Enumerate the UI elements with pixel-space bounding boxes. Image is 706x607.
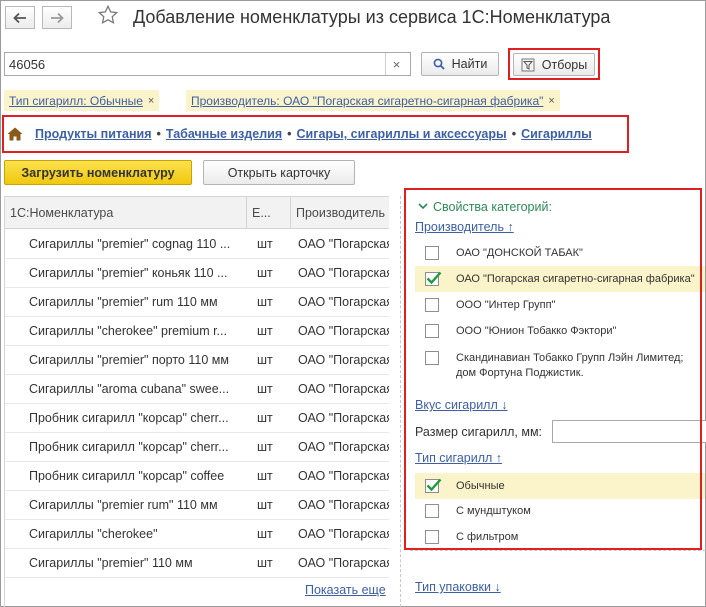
cell-manufacturer: ОАО "Погарская [298, 469, 389, 483]
packaging-link[interactable]: Тип упаковки ↓ [415, 580, 501, 594]
close-icon[interactable]: × [548, 95, 554, 107]
nomenclature-table: 1С:Номенклатура Е... Производитель Сигар… [4, 196, 389, 607]
cell-manufacturer: ОАО "Погарская [298, 324, 389, 338]
cell-manufacturer: ОАО "Погарская [298, 411, 389, 425]
column-header-nomenclature[interactable]: 1С:Номенклатура [5, 197, 247, 229]
table-row[interactable]: Пробник сигарилл "корсар" cherr... шт ОАО … [5, 404, 389, 433]
table-row[interactable]: Сигариллы "premier rum" 110 мм шт ОАО "Пог… [5, 491, 389, 520]
page-title: Добавление номенклатуры из сервиса 1С:Но… [133, 7, 611, 27]
back-button[interactable] [5, 6, 35, 29]
cell-nomenclature: Сигариллы "cherokee" premium r... [29, 324, 227, 338]
cell-nomenclature: Сигариллы "premier" 110 мм [29, 556, 193, 570]
favorite-button[interactable] [97, 4, 119, 32]
cell-unit: шт [257, 527, 273, 541]
annotation-box-filters [508, 48, 600, 80]
cell-unit: шт [257, 324, 273, 338]
cell-nomenclature: Пробник сигарилл "корсар" coffee [29, 469, 225, 483]
filter-chip-type[interactable]: Тип сигарилл: Обычные × [4, 90, 160, 111]
close-icon: × [392, 56, 401, 72]
cell-manufacturer: ОАО "Погарская [298, 266, 389, 280]
cell-manufacturer: ОАО "Погарская [298, 295, 389, 309]
cell-manufacturer: ОАО "Погарская [298, 440, 389, 454]
cell-unit: шт [257, 266, 273, 280]
panel-divider [410, 550, 706, 551]
table-row[interactable]: Сигариллы "cherokee" шт ОАО "Погарская [5, 520, 389, 549]
table-row[interactable]: Сигариллы "premier" порто 110 мм шт ОАО "П… [5, 346, 389, 375]
cell-unit: шт [257, 556, 273, 570]
cell-nomenclature: Сигариллы "premier" rum 110 мм [29, 295, 218, 309]
cell-nomenclature: Пробник сигарилл "корсар" cherr... [29, 411, 229, 425]
table-row[interactable]: Сигариллы "aroma cubana" swee... шт ОАО "П… [5, 375, 389, 404]
table-row[interactable]: Сигариллы "premier" 110 мм шт ОАО "Погарск… [5, 549, 389, 578]
cell-manufacturer: ОАО "Погарская [298, 556, 389, 570]
open-card-label: Открыть карточку [227, 165, 331, 180]
filter-chip-manufacturer-label[interactable]: Производитель: ОАО "Погарская сигаретно-… [191, 94, 543, 108]
annotation-box-properties [404, 188, 702, 550]
cell-unit: шт [257, 469, 273, 483]
cell-unit: шт [257, 353, 273, 367]
cell-manufacturer: ОАО "Погарская [298, 237, 389, 251]
cell-nomenclature: Сигариллы "cherokee" [29, 527, 158, 541]
cell-unit: шт [257, 411, 273, 425]
open-card-button[interactable]: Открыть карточку [203, 160, 355, 185]
load-nomenclature-label: Загрузить номенклатуру [21, 165, 175, 180]
search-input[interactable] [5, 54, 385, 74]
star-icon [97, 4, 119, 25]
column-header-manufacturer[interactable]: Производитель [291, 197, 389, 229]
show-more-link[interactable]: Показать еще [305, 583, 386, 597]
load-nomenclature-button[interactable]: Загрузить номенклатуру [4, 160, 192, 185]
table-row[interactable]: Пробник сигарилл "корсар" cherr... шт ОАО … [5, 433, 389, 462]
find-button[interactable]: Найти [421, 52, 499, 76]
panel-splitter[interactable] [400, 196, 401, 607]
cell-nomenclature: Пробник сигарилл "корсар" cherr... [29, 440, 229, 454]
cell-nomenclature: Сигариллы "premier rum" 110 мм [29, 498, 218, 512]
cell-manufacturer: ОАО "Погарская [298, 382, 389, 396]
cell-unit: шт [257, 440, 273, 454]
cell-manufacturer: ОАО "Погарская [298, 498, 389, 512]
filter-chip-type-label[interactable]: Тип сигарилл: Обычные [9, 94, 143, 108]
cell-nomenclature: Сигариллы "premier" коньяк 110 ... [29, 266, 228, 280]
cell-nomenclature: Сигариллы "premier" cognag 110 ... [29, 237, 231, 251]
cell-unit: шт [257, 295, 273, 309]
table-row[interactable]: Сигариллы "cherokee" premium r... шт ОАО "… [5, 317, 389, 346]
find-button-label: Найти [451, 57, 488, 71]
filter-chip-manufacturer[interactable]: Производитель: ОАО "Погарская сигаретно-… [186, 90, 560, 111]
search-icon [433, 58, 445, 70]
annotation-box-breadcrumb [2, 115, 629, 153]
table-row[interactable]: Сигариллы "premier" rum 110 мм шт ОАО "Пог… [5, 288, 389, 317]
close-icon[interactable]: × [148, 95, 154, 107]
arrow-right-icon [51, 12, 64, 23]
cell-manufacturer: ОАО "Погарская [298, 527, 389, 541]
cell-unit: шт [257, 498, 273, 512]
cell-unit: шт [257, 237, 273, 251]
table-row[interactable]: Сигариллы "premier" cognag 110 ... шт ОАО … [5, 230, 389, 259]
arrow-left-icon [13, 12, 26, 23]
column-header-unit[interactable]: Е... [247, 197, 291, 229]
search-box: × [4, 52, 411, 76]
table-row[interactable]: Сигариллы "premier" коньяк 110 ... шт ОАО … [5, 259, 389, 288]
cell-nomenclature: Сигариллы "premier" порто 110 мм [29, 353, 229, 367]
forward-button[interactable] [42, 6, 72, 29]
cell-nomenclature: Сигариллы "aroma cubana" swee... [29, 382, 230, 396]
clear-search-button[interactable]: × [385, 53, 407, 75]
cell-unit: шт [257, 382, 273, 396]
table-header: 1С:Номенклатура Е... Производитель [5, 197, 389, 229]
cell-manufacturer: ОАО "Погарская [298, 353, 389, 367]
table-row[interactable]: Пробник сигарилл "корсар" coffee шт ОАО "П… [5, 462, 389, 491]
